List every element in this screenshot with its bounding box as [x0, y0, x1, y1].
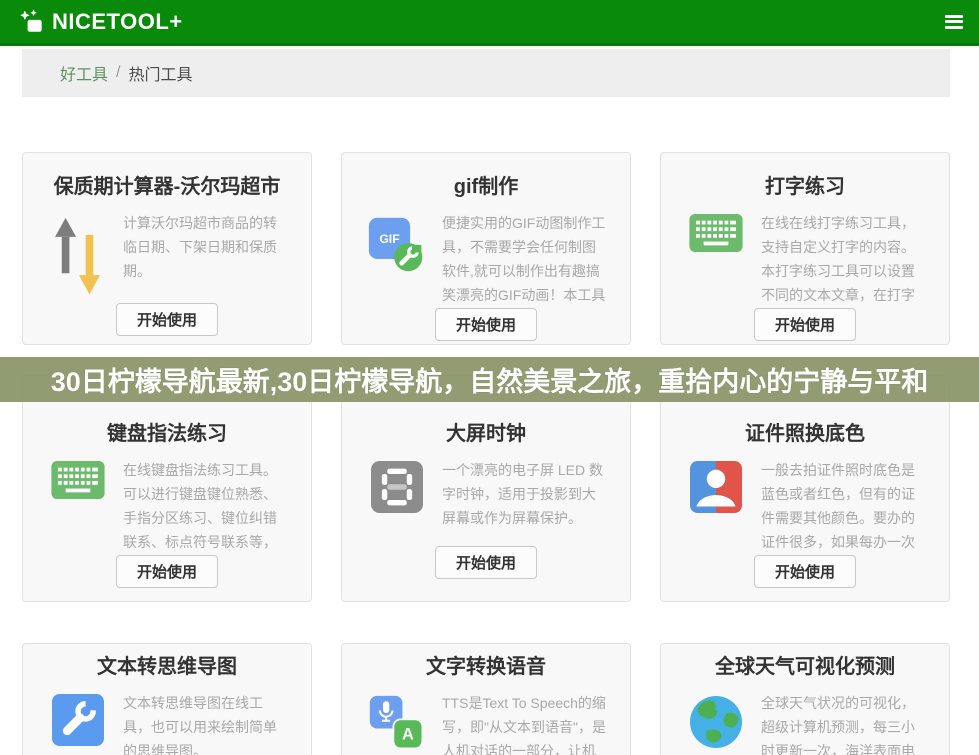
- cards-row-2: 键盘指法练习 在线键盘指法练习工具。可以进行键盘键位熟悉、手指分区练习、键位纠错…: [22, 375, 950, 602]
- card-title: 大屏时钟: [342, 420, 630, 448]
- card-title: gif制作: [342, 173, 630, 201]
- breadcrumb-separator: /: [116, 64, 120, 82]
- ad-banner-text: 30日柠檬导航最新,30日柠檬导航，自然美景之旅，重拾内心的宁静与平和: [51, 360, 929, 399]
- tool-card: 文本转思维导图 文本转思维导图在线工具，也可以用来绘制简单的思维导图。 开始使用: [22, 643, 312, 755]
- tool-card: 证件照换底色 一般去拍证件照时底色是蓝色或者红色，但有的证件需要其他颜色。要办的…: [660, 375, 950, 602]
- card-description: 便捷实用的GIF动图制作工具，不需要学会任何制图软件,就可以制作出有趣搞笑漂亮的…: [442, 211, 608, 308]
- tool-card: 大屏时钟 一个漂亮的电子屏 LED 数字时钟，适用于投影到大屏幕或作为屏幕保护。…: [341, 375, 631, 602]
- card-title: 全球天气可视化预测: [661, 653, 949, 681]
- tts-mic-icon: A: [364, 691, 430, 752]
- card-description: 在线在线打字练习工具，支持自定义打字的内容。本打字练习工具可以设置不同的文本文章…: [761, 211, 927, 308]
- card-description: 一个漂亮的电子屏 LED 数字时钟，适用于投影到大屏幕或作为屏幕保护。: [442, 458, 608, 530]
- card-title: 证件照换底色: [661, 420, 949, 448]
- cards-row-1: 保质期计算器-沃尔玛超市 计算沃尔玛超市商品的转临日期、下架日期和保质期。 开始…: [22, 152, 950, 345]
- tool-card: 键盘指法练习 在线键盘指法练习工具。可以进行键盘键位熟悉、手指分区练习、键位纠错…: [22, 375, 312, 602]
- hamburger-icon[interactable]: [945, 15, 963, 29]
- breadcrumb-home-link[interactable]: 好工具: [60, 61, 108, 85]
- card-description: 计算沃尔玛超市商品的转临日期、下架日期和保质期。: [123, 211, 289, 283]
- start-button[interactable]: 开始使用: [116, 555, 218, 588]
- wrench-icon: [45, 691, 111, 746]
- card-description: 一般去拍证件照时底色是蓝色或者红色，但有的证件需要其他颜色。要办的证件很多，如果…: [761, 458, 927, 555]
- keyboard-icon: [45, 458, 111, 499]
- card-description: 文本转思维导图在线工具，也可以用来绘制简单的思维导图。: [123, 691, 289, 755]
- tool-card: 保质期计算器-沃尔玛超市 计算沃尔玛超市商品的转临日期、下架日期和保质期。 开始…: [22, 152, 312, 345]
- start-button[interactable]: 开始使用: [116, 303, 218, 336]
- card-title: 保质期计算器-沃尔玛超市: [23, 173, 311, 201]
- ad-overlay-banner[interactable]: 30日柠檬导航最新,30日柠檬导航，自然美景之旅，重拾内心的宁静与平和: [0, 357, 979, 402]
- start-button[interactable]: 开始使用: [435, 308, 537, 341]
- start-button[interactable]: 开始使用: [754, 555, 856, 588]
- card-title: 键盘指法练习: [23, 420, 311, 448]
- card-title: 文本转思维导图: [23, 653, 311, 681]
- start-button[interactable]: 开始使用: [435, 546, 537, 579]
- breadcrumb: 好工具 / 热门工具: [22, 49, 950, 97]
- id-photo-icon: [683, 458, 749, 513]
- card-title: 文字转换语音: [342, 653, 630, 681]
- tool-card: 全球天气可视化预测 全球天气状况的可视化，超级计算机预测，每三小时更新一次，海洋…: [660, 643, 950, 755]
- start-button[interactable]: 开始使用: [754, 308, 856, 341]
- card-description: 在线键盘指法练习工具。可以进行键盘键位熟悉、手指分区练习、键位纠错联系、标点符号…: [123, 458, 289, 555]
- card-description: 全球天气状况的可视化，超级计算机预测，每三小时更新一次，海洋表面电流每五天更新: [761, 691, 927, 755]
- svg-text:GIF: GIF: [379, 232, 399, 246]
- svg-text:A: A: [402, 725, 414, 743]
- tool-card: 文字转换语音 A TTS是Text To Speech的缩写，即"从文本到语音"…: [341, 643, 631, 755]
- led-digit-icon: [364, 458, 430, 513]
- keyboard-icon: [683, 211, 749, 252]
- cards-row-3: 文本转思维导图 文本转思维导图在线工具，也可以用来绘制简单的思维导图。 开始使用…: [22, 643, 950, 755]
- logo[interactable]: NICETOOL+: [20, 9, 183, 35]
- logo-text: NICETOOL+: [52, 9, 183, 35]
- card-description: TTS是Text To Speech的缩写，即"从文本到语音"，是人机对话的一部…: [442, 691, 608, 755]
- gif-wrench-icon: GIF: [364, 211, 430, 274]
- globe-icon: [683, 691, 749, 750]
- sparkle-tool-icon: [20, 9, 46, 35]
- app-header: NICETOOL+: [0, 0, 979, 46]
- breadcrumb-current: 热门工具: [128, 61, 192, 85]
- card-title: 打字练习: [661, 173, 949, 201]
- tool-card: gif制作 GIF 便捷实用的GIF动图制作工具，不需要学会任何制图软件,就可以…: [341, 152, 631, 345]
- tool-card: 打字练习 在线在线打字练习工具，支持自定义打字的内容。本打字练习工具可以设置不同…: [660, 152, 950, 345]
- page: NICETOOL+ 好工具 / 热门工具 保质期计算器-沃尔玛超市 计算沃尔玛超…: [0, 0, 979, 755]
- updown-arrows-icon: [45, 211, 111, 300]
